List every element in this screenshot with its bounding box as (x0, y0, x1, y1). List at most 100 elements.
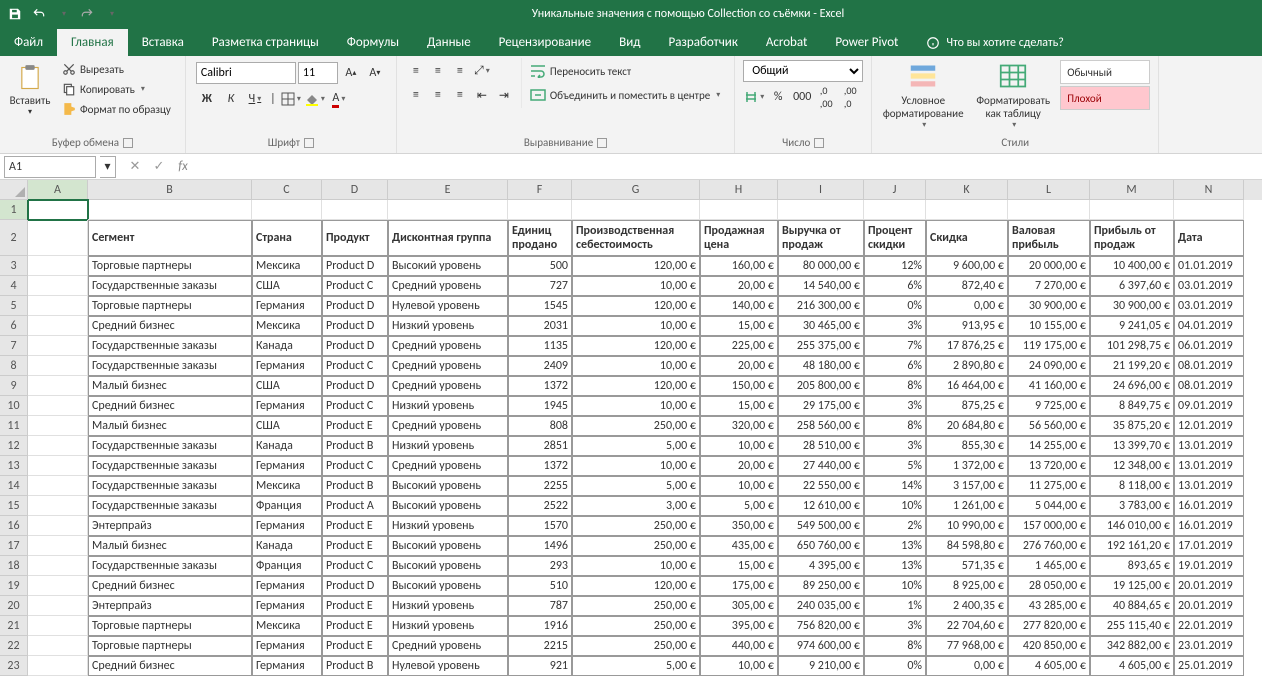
data-cell[interactable]: 440,00 € (700, 636, 778, 656)
row-header[interactable]: 2 (0, 220, 28, 256)
data-cell[interactable] (28, 356, 88, 376)
data-cell[interactable] (572, 200, 700, 220)
data-cell[interactable]: Product D (322, 576, 388, 596)
data-cell[interactable]: 1496 (508, 536, 572, 556)
data-cell[interactable] (28, 416, 88, 436)
data-cell[interactable]: 08.01.2019 (1174, 376, 1244, 396)
data-cell[interactable]: 08.01.2019 (1174, 356, 1244, 376)
data-cell[interactable]: Государственные заказы (88, 276, 252, 296)
data-cell[interactable]: 41 160,00 € (1008, 376, 1090, 396)
data-cell[interactable]: 20.01.2019 (1174, 576, 1244, 596)
col-header-G[interactable]: G (572, 180, 700, 200)
data-cell[interactable]: Product E (322, 516, 388, 536)
data-cell[interactable]: Низкий уровень (388, 516, 508, 536)
decrease-decimal-icon[interactable]: ,00,0 (839, 86, 861, 108)
orientation-icon[interactable]: ⤢ (471, 60, 493, 82)
data-cell[interactable]: Высокий уровень (388, 256, 508, 276)
data-cell[interactable]: 22 704,60 € (926, 616, 1008, 636)
data-cell[interactable]: 89 250,00 € (778, 576, 864, 596)
data-cell[interactable]: 5,00 € (572, 656, 700, 676)
data-cell[interactable]: 146 010,00 € (1090, 516, 1174, 536)
row-header[interactable]: 9 (0, 376, 28, 396)
data-cell[interactable]: Энтерпрайз (88, 516, 252, 536)
data-cell[interactable] (28, 556, 88, 576)
data-cell[interactable]: Средний бизнес (88, 396, 252, 416)
data-cell[interactable]: 80 000,00 € (778, 256, 864, 276)
data-cell[interactable]: 20.01.2019 (1174, 596, 1244, 616)
data-cell[interactable]: 48 180,00 € (778, 356, 864, 376)
data-cell[interactable]: 14 540,00 € (778, 276, 864, 296)
data-cell[interactable] (28, 456, 88, 476)
cut-button[interactable]: Вырезать (58, 60, 175, 78)
data-cell[interactable]: 175,00 € (700, 576, 778, 596)
data-cell[interactable]: Product D (322, 336, 388, 356)
data-cell[interactable]: 5,00 € (572, 476, 700, 496)
data-cell[interactable]: Высокий уровень (388, 496, 508, 516)
data-cell[interactable]: Низкий уровень (388, 616, 508, 636)
align-left-icon[interactable]: ≡ (405, 84, 427, 106)
col-header-N[interactable]: N (1174, 180, 1244, 200)
data-cell[interactable] (1090, 200, 1174, 220)
data-cell[interactable]: 0% (864, 656, 926, 676)
data-cell[interactable]: 1 372,00 € (926, 456, 1008, 476)
col-header-K[interactable]: K (926, 180, 1008, 200)
align-middle-icon[interactable]: ≡ (427, 60, 449, 82)
data-cell[interactable]: Product E (322, 616, 388, 636)
data-cell[interactable]: 10,00 € (700, 476, 778, 496)
data-cell[interactable]: 3% (864, 316, 926, 336)
data-cell[interactable]: 25.01.2019 (1174, 656, 1244, 676)
save-icon[interactable] (6, 5, 24, 23)
number-format-select[interactable]: Общий (743, 60, 863, 82)
data-cell[interactable]: Высокий уровень (388, 536, 508, 556)
data-cell[interactable]: Product D (322, 296, 388, 316)
tab-view[interactable]: Вид (605, 29, 654, 56)
data-cell[interactable]: 10,00 € (700, 656, 778, 676)
data-cell[interactable]: 1% (864, 596, 926, 616)
data-cell[interactable]: 01.01.2019 (1174, 256, 1244, 276)
data-cell[interactable]: Product B (322, 436, 388, 456)
data-cell[interactable] (388, 200, 508, 220)
data-cell[interactable]: 3% (864, 436, 926, 456)
data-cell[interactable]: Германия (252, 296, 322, 316)
data-cell[interactable] (28, 396, 88, 416)
data-cell[interactable]: США (252, 276, 322, 296)
data-cell[interactable]: 12.01.2019 (1174, 416, 1244, 436)
data-cell[interactable]: 13.01.2019 (1174, 476, 1244, 496)
row-header[interactable]: 14 (0, 476, 28, 496)
row-header[interactable]: 11 (0, 416, 28, 436)
data-cell[interactable]: 3 783,00 € (1090, 496, 1174, 516)
row-header[interactable]: 10 (0, 396, 28, 416)
data-cell[interactable]: Нулевой уровень (388, 656, 508, 676)
col-header-J[interactable]: J (864, 180, 926, 200)
data-cell[interactable]: 16.01.2019 (1174, 516, 1244, 536)
data-cell[interactable]: Product C (322, 396, 388, 416)
row-header[interactable]: 3 (0, 256, 28, 276)
data-cell[interactable]: 342 882,00 € (1090, 636, 1174, 656)
tell-me-input[interactable]: Что вы хотите сделать? (920, 30, 1069, 56)
data-cell[interactable]: 12 348,00 € (1090, 456, 1174, 476)
data-cell[interactable]: Германия (252, 576, 322, 596)
data-cell[interactable]: 2522 (508, 496, 572, 516)
data-cell[interactable] (28, 336, 88, 356)
enter-formula-icon[interactable]: ✓ (148, 156, 170, 178)
data-cell[interactable]: 150,00 € (700, 376, 778, 396)
data-cell[interactable]: Нулевой уровень (388, 296, 508, 316)
data-cell[interactable]: 10,00 € (572, 316, 700, 336)
row-header[interactable]: 17 (0, 536, 28, 556)
data-cell[interactable]: 20,00 € (700, 356, 778, 376)
data-cell[interactable]: Германия (252, 596, 322, 616)
data-cell[interactable]: 9 210,00 € (778, 656, 864, 676)
data-cell[interactable]: Германия (252, 456, 322, 476)
font-launcher[interactable] (304, 138, 314, 148)
data-cell[interactable]: 120,00 € (572, 296, 700, 316)
data-cell[interactable]: Низкий уровень (388, 396, 508, 416)
data-cell[interactable]: Product D (322, 316, 388, 336)
fill-color-button[interactable] (304, 88, 326, 110)
data-cell[interactable]: 293 (508, 556, 572, 576)
data-cell[interactable]: Product E (322, 636, 388, 656)
data-cell[interactable] (28, 656, 88, 676)
conditional-formatting-button[interactable]: Условное форматирование (878, 58, 968, 134)
data-cell[interactable]: 420 850,00 € (1008, 636, 1090, 656)
data-cell[interactable]: 10 400,00 € (1090, 256, 1174, 276)
data-cell[interactable]: Средний уровень (388, 336, 508, 356)
